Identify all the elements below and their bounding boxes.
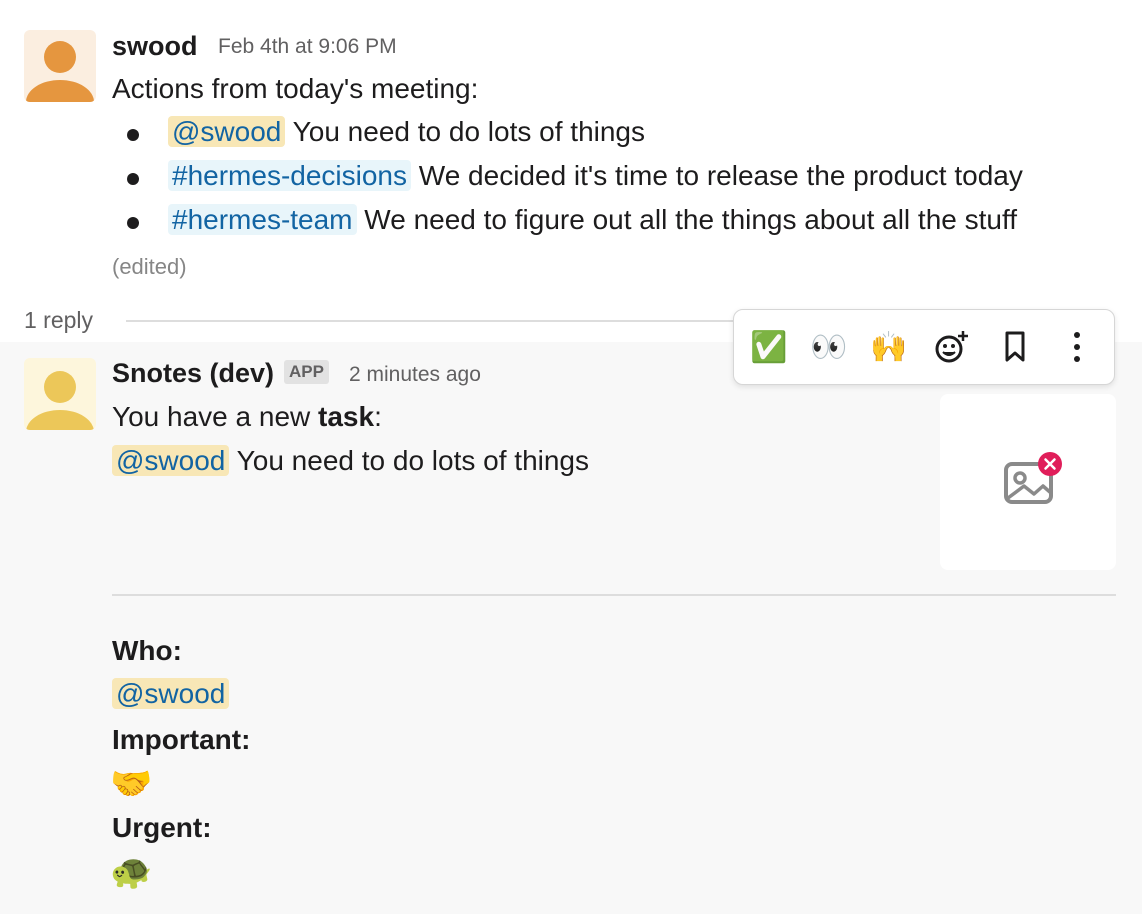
list-item: #hermes-decisions We decided it's time t… [168, 160, 1023, 192]
list-item-text: You need to do lots of things [292, 116, 646, 147]
list-item-text: We decided it's time to release the prod… [418, 160, 1023, 191]
reply-count[interactable]: 1 reply [24, 307, 93, 334]
section-divider [112, 594, 1116, 596]
bullet [127, 173, 139, 185]
turtle-icon: 🐢 [110, 853, 153, 891]
message-intro: Actions from today's meeting: [112, 73, 479, 104]
message-swood: swood Feb 4th at 9:06 PM Actions from to… [0, 0, 1142, 342]
task-intro-colon: : [374, 401, 382, 432]
channel-link[interactable]: #hermes-decisions [168, 160, 411, 191]
bookmark-icon[interactable] [992, 324, 1038, 370]
task-text: You need to do lots of things [236, 445, 590, 476]
important-label: Important: [112, 724, 251, 755]
user-avatar-icon [26, 41, 94, 102]
app-badge: APP [284, 360, 329, 384]
raised-hands-reaction-button[interactable]: 🙌 [866, 324, 912, 370]
broken-image-icon [1004, 452, 1062, 504]
check-mark-reaction-button[interactable]: ✅ [746, 324, 792, 370]
channel-link[interactable]: #hermes-team [168, 204, 357, 235]
add-reaction-icon[interactable] [928, 324, 974, 370]
task-line: @swood You need to do lots of things [112, 445, 589, 477]
thread-divider [126, 320, 746, 322]
who-value: @swood [112, 678, 230, 710]
task-keyword: task [318, 401, 375, 432]
author-name[interactable]: Snotes (dev) [112, 358, 274, 389]
list-item: #hermes-team We need to figure out all t… [168, 204, 1017, 236]
bullet [127, 129, 139, 141]
image-attachment[interactable] [940, 394, 1116, 570]
avatar-snotes[interactable] [24, 358, 96, 430]
list-item-text: We need to figure out all the things abo… [364, 204, 1018, 235]
message-timestamp[interactable]: 2 minutes ago [349, 363, 481, 387]
avatar-swood[interactable] [24, 30, 96, 102]
task-intro-text: You have a new [112, 401, 319, 432]
user-mention[interactable]: @swood [112, 445, 230, 476]
user-mention[interactable]: @swood [168, 116, 286, 147]
urgent-label: Urgent: [112, 812, 212, 843]
list-item: @swood You need to do lots of things [168, 116, 645, 148]
app-avatar-icon [26, 371, 94, 430]
who-label: Who: [112, 635, 182, 666]
task-intro: You have a new task: [112, 401, 382, 433]
handshake-icon: 🤝 [110, 765, 153, 803]
message-timestamp[interactable]: Feb 4th at 9:06 PM [218, 35, 397, 59]
user-mention[interactable]: @swood [112, 678, 230, 709]
edited-label: (edited) [112, 254, 187, 279]
eyes-reaction-button[interactable]: 👀 [806, 324, 852, 370]
message-snotes: Snotes (dev) APP 2 minutes ago You have … [0, 342, 1142, 914]
bullet [127, 217, 139, 229]
message-actions-toolbar: ✅ 👀 🙌 [733, 309, 1115, 385]
more-actions-icon[interactable] [1054, 324, 1100, 370]
author-name[interactable]: swood [112, 31, 198, 62]
